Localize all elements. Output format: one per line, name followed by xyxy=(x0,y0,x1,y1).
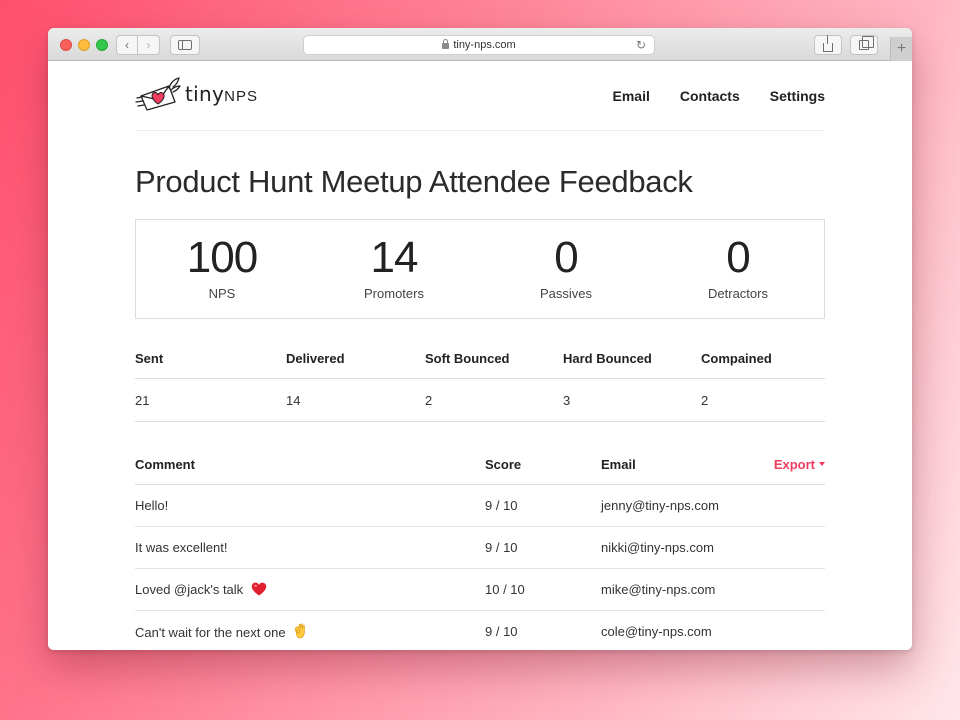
stat-value: 100 xyxy=(186,233,258,282)
column-header-sent: Sent xyxy=(135,351,164,366)
url-text: tiny-nps.com xyxy=(453,39,516,51)
table-row: Can't wait for the next one 9 / 10 cole@… xyxy=(135,611,825,650)
forward-button[interactable]: › xyxy=(138,35,160,55)
page-title: Product Hunt Meetup Attendee Feedback xyxy=(135,164,693,199)
email: jenny@tiny-nps.com xyxy=(601,498,719,513)
stat-label: Detractors xyxy=(708,286,768,301)
winged-heart-envelope-icon xyxy=(135,77,181,111)
tabs-icon xyxy=(859,36,874,50)
nav-settings-link[interactable]: Settings xyxy=(770,88,825,104)
close-window-button[interactable] xyxy=(60,39,72,51)
nps-summary-panel: 100 NPS 14 Promoters 0 Passives 0 Detrac… xyxy=(135,219,825,319)
comment-cell: Loved @jack's talk xyxy=(135,582,485,597)
zoom-window-button[interactable] xyxy=(96,39,108,51)
column-header-email: Email xyxy=(601,457,636,472)
top-nav: Email Contacts Settings xyxy=(613,88,826,104)
email: mike@tiny-nps.com xyxy=(601,582,716,597)
export-label[interactable]: Export xyxy=(774,457,815,472)
stat-promoters: 14 Promoters xyxy=(308,220,480,318)
comment-text: Loved @jack's talk xyxy=(135,582,244,597)
address-bar[interactable]: tiny-nps.com ↻ xyxy=(303,35,655,55)
score: 9 / 10 xyxy=(485,624,518,639)
chevron-right-icon: › xyxy=(146,38,151,52)
comments-table: Comment Score Email Export Hello! 9 / 10… xyxy=(135,445,825,650)
stat-label: Passives xyxy=(539,286,593,301)
comment-cell: Can't wait for the next one xyxy=(135,623,485,640)
email: cole@tiny-nps.com xyxy=(601,624,712,639)
score: 10 / 10 xyxy=(485,582,525,597)
stat-label: NPS xyxy=(208,286,236,301)
score: 9 / 10 xyxy=(485,540,518,555)
nav-email-link[interactable]: Email xyxy=(613,88,650,104)
stat-value: 0 xyxy=(726,233,750,282)
sent-count: 21 xyxy=(135,392,150,408)
stat-detractors: 0 Detractors xyxy=(652,220,824,318)
logo[interactable]: tinyNPS xyxy=(135,76,258,112)
plus-icon: + xyxy=(896,40,907,57)
reload-icon[interactable]: ↻ xyxy=(636,38,646,52)
show-tabs-button[interactable] xyxy=(850,35,878,55)
logo-text: tinyNPS xyxy=(185,82,258,107)
table-row: Hello! 9 / 10 jenny@tiny-nps.com xyxy=(135,485,825,527)
caret-down-icon xyxy=(819,462,825,467)
column-header-comment: Comment xyxy=(135,457,195,472)
red-heart-icon xyxy=(251,582,266,596)
soft-bounced-count: 2 xyxy=(425,392,433,408)
ok-hand-icon xyxy=(295,623,306,639)
comment-text: It was excellent! xyxy=(135,540,228,555)
comment-text: Hello! xyxy=(135,498,169,513)
score: 9 / 10 xyxy=(485,498,518,513)
chevron-left-icon: ‹ xyxy=(125,38,129,52)
share-button[interactable] xyxy=(814,34,842,55)
column-header-delivered: Delivered xyxy=(286,351,345,366)
comment-text: Can't wait for the next one xyxy=(135,625,286,640)
stat-label: Promoters xyxy=(364,286,424,301)
main-container: tinyNPS Email Contacts Settings Product … xyxy=(135,62,825,640)
delivered-count: 14 xyxy=(286,392,301,408)
table-row: It was excellent! 9 / 10 nikki@tiny-nps.… xyxy=(135,527,825,569)
export-dropdown[interactable]: Export xyxy=(751,456,825,474)
column-header-score: Score xyxy=(485,457,522,472)
nav-contacts-link[interactable]: Contacts xyxy=(680,88,740,104)
back-button[interactable]: ‹ xyxy=(116,35,138,55)
share-icon xyxy=(823,34,833,52)
column-header-complained: Compained xyxy=(701,351,772,366)
email: nikki@tiny-nps.com xyxy=(601,540,714,555)
delivery-stats-table: Sent Delivered Soft Bounced Hard Bounced… xyxy=(135,339,825,422)
stat-value: 14 xyxy=(370,233,419,282)
stat-passives: 0 Passives xyxy=(480,220,652,318)
browser-window: ‹ › tiny-nps.com ↻ + tinyNPS Email Conta… xyxy=(48,28,912,650)
table-row: 21 14 2 3 2 xyxy=(135,379,825,422)
browser-toolbar: ‹ › tiny-nps.com ↻ + xyxy=(48,28,912,61)
logo-text-nps: NPS xyxy=(224,87,258,105)
site-header: tinyNPS Email Contacts Settings xyxy=(135,62,825,131)
table-header-row: Comment Score Email Export xyxy=(135,445,825,485)
hard-bounced-count: 3 xyxy=(563,392,571,408)
stat-nps: 100 NPS xyxy=(136,220,308,318)
complained-count: 2 xyxy=(701,392,709,408)
sidebar-toggle-button[interactable] xyxy=(170,35,200,55)
lock-icon xyxy=(442,39,450,49)
stat-value: 0 xyxy=(554,233,578,282)
column-header-hard-bounced: Hard Bounced xyxy=(563,351,652,366)
minimize-window-button[interactable] xyxy=(78,39,90,51)
table-header-row: Sent Delivered Soft Bounced Hard Bounced… xyxy=(135,339,825,379)
new-tab-button[interactable]: + xyxy=(890,37,912,61)
logo-text-tiny: tiny xyxy=(185,81,225,106)
sidebar-icon xyxy=(178,40,192,50)
page-content: tinyNPS Email Contacts Settings Product … xyxy=(48,62,912,650)
table-row: Loved @jack's talk 10 / 10 mike@tiny-nps… xyxy=(135,569,825,611)
column-header-soft-bounced: Soft Bounced xyxy=(425,351,510,366)
